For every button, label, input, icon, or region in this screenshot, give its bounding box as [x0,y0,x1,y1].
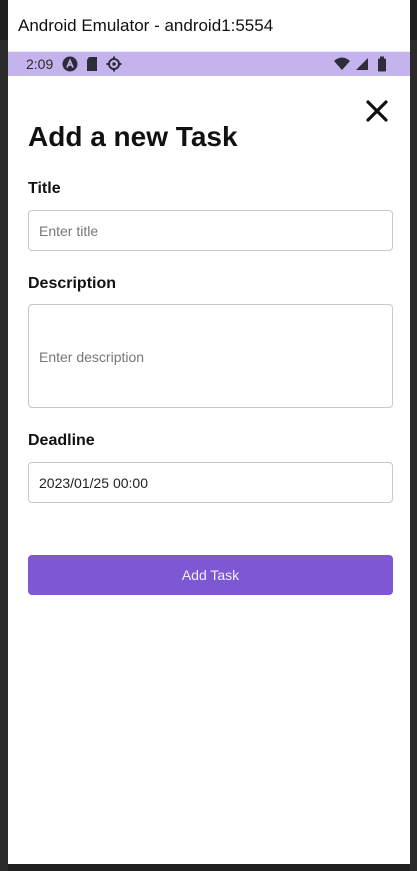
title-label: Title [28,180,61,197]
close-button[interactable] [364,98,390,124]
background-ide-right [410,40,417,871]
cell-signal-icon [354,56,370,72]
deadline-label: Deadline [28,432,95,449]
sd-card-icon [84,56,100,72]
window-title: Android Emulator - android1:5554 [18,15,274,35]
description-label: Description [28,275,117,292]
add-task-button[interactable]: Add Task [28,555,393,595]
close-icon [366,100,388,122]
add-task-screen: Add a new Task Title Description Deadlin… [8,76,410,864]
android-status-bar: 2:09 [8,52,410,76]
emulator-window: Android Emulator - android1:5554 2:09 Ad… [8,0,410,864]
background-ide-left [0,40,8,871]
app-a-icon [62,56,78,72]
page-title: Add a new Task [28,121,238,152]
deadline-input[interactable] [28,462,393,503]
wifi-icon [334,56,350,72]
battery-icon [374,56,390,72]
description-input[interactable] [28,304,393,408]
emulator-titlebar: Android Emulator - android1:5554 [8,0,410,52]
settings-gear-icon [106,56,122,72]
title-input[interactable] [28,210,393,251]
status-time: 2:09 [26,56,54,72]
